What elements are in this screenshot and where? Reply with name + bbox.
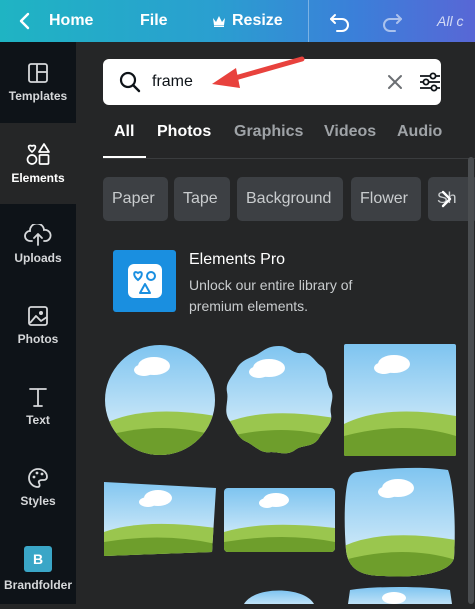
tab-graphics[interactable]: Graphics xyxy=(234,123,303,141)
close-icon[interactable] xyxy=(386,73,404,91)
back-button[interactable] xyxy=(18,0,32,42)
sidebar-item-photos[interactable]: Photos xyxy=(0,285,76,366)
divider xyxy=(308,0,309,42)
sidebar-item-label: Elements xyxy=(11,171,65,185)
tab-audio[interactable]: Audio xyxy=(397,123,442,141)
elements-icon xyxy=(26,143,50,165)
redo-icon xyxy=(383,14,402,32)
tab-photos[interactable]: Photos xyxy=(157,123,211,141)
frame-square[interactable] xyxy=(344,344,456,456)
image-icon xyxy=(28,306,48,326)
suggestion-chips: Paper Tape Background Flower Sh xyxy=(103,177,475,221)
sidebar-item-uploads[interactable]: Uploads xyxy=(0,204,76,285)
promo-title[interactable]: Elements Pro xyxy=(189,251,285,269)
frame-rectangle[interactable] xyxy=(224,488,335,552)
chip-tape[interactable]: Tape xyxy=(174,177,230,221)
save-status: All c xyxy=(437,13,464,29)
sidebar-item-label: Templates xyxy=(8,89,68,103)
resize-label: Resize xyxy=(232,12,283,29)
elements-panel: frame All Photos Graphics Videos Audio P… xyxy=(76,42,475,604)
sliders-icon[interactable] xyxy=(419,72,441,92)
undo-button[interactable] xyxy=(328,10,352,37)
chips-next-button[interactable] xyxy=(433,177,459,221)
sidebar-item-label: Brandfolder xyxy=(3,577,72,592)
frame-blob[interactable] xyxy=(344,466,456,578)
sidebar-item-label: Text xyxy=(26,413,50,427)
sidebar-item-text[interactable]: Text xyxy=(0,366,76,447)
top-bar: Home File Resize All c xyxy=(0,0,475,42)
frame-scalloped[interactable] xyxy=(223,344,335,456)
resize-button[interactable]: Resize xyxy=(212,0,283,42)
active-tab-indicator xyxy=(103,156,146,158)
file-menu-button[interactable]: File xyxy=(140,0,168,42)
annotation-arrow-icon xyxy=(212,56,305,88)
tab-videos[interactable]: Videos xyxy=(324,123,376,141)
palette-icon xyxy=(28,468,48,488)
sidebar-item-label: Photos xyxy=(17,332,59,346)
frame-skewed[interactable] xyxy=(104,478,216,556)
frame-partial[interactable] xyxy=(224,582,335,604)
sidebar-item-elements[interactable]: Elements xyxy=(0,123,76,204)
chevron-right-icon xyxy=(441,190,452,208)
chip-flower[interactable]: Flower xyxy=(351,177,421,221)
panel-scrollbar[interactable] xyxy=(468,157,474,604)
tab-all[interactable]: All xyxy=(114,123,134,141)
home-button[interactable]: Home xyxy=(49,0,93,42)
sidebar-item-label: Styles xyxy=(20,494,56,508)
elements-pro-logo[interactable] xyxy=(113,250,176,312)
search-input[interactable]: frame xyxy=(152,59,193,105)
cloud-upload-icon xyxy=(24,224,52,246)
crown-icon xyxy=(213,16,225,27)
chevron-left-icon xyxy=(19,12,30,30)
brandfolder-icon: B xyxy=(24,545,52,572)
sidebar-item-templates[interactable]: Templates xyxy=(0,42,76,123)
chip-background[interactable]: Background xyxy=(237,177,343,221)
promo-description: Unlock our entire library of premium ele… xyxy=(189,277,353,314)
frame-partial[interactable] xyxy=(344,582,456,604)
tab-divider xyxy=(103,158,475,159)
redo-button[interactable] xyxy=(380,10,404,37)
sidebar-item-brandfolder[interactable]: B Brandfolder xyxy=(0,528,76,609)
undo-icon xyxy=(330,14,349,32)
sidebar: Templates Elements Uploads Photos Text S… xyxy=(0,42,76,604)
search-icon xyxy=(119,71,141,93)
elements-pro-icon xyxy=(127,264,162,298)
text-icon xyxy=(29,388,47,407)
sidebar-item-styles[interactable]: Styles xyxy=(0,447,76,528)
frame-circle[interactable] xyxy=(104,344,216,456)
chip-paper[interactable]: Paper xyxy=(103,177,168,221)
templates-icon xyxy=(28,63,48,83)
sidebar-item-label: Uploads xyxy=(14,251,62,265)
